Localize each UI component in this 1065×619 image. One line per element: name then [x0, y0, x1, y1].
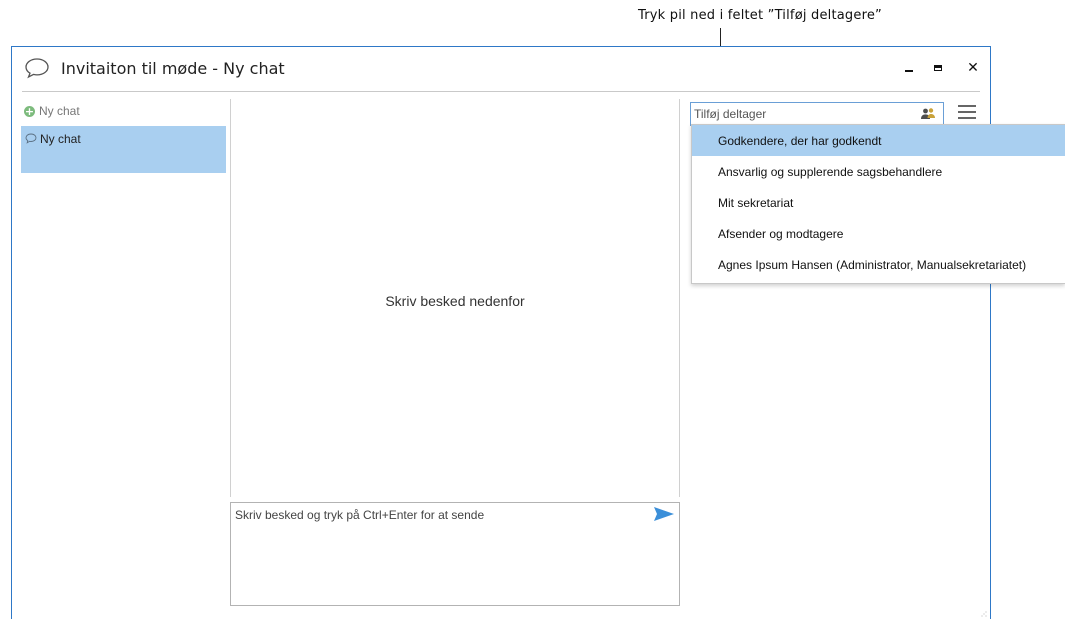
message-composer [230, 502, 680, 606]
title-divider [22, 91, 980, 92]
chat-item-label: Ny chat [40, 132, 81, 146]
panel-divider [679, 99, 680, 497]
maximize-icon [934, 65, 942, 71]
chat-list-item[interactable]: Ny chat [21, 126, 226, 173]
maximize-button[interactable] [927, 58, 949, 78]
minimize-icon [905, 70, 913, 72]
instruction-caption: Tryk pil ned i feltet ”Tilføj deltagere” [638, 8, 882, 23]
chat-bubble-icon [25, 133, 37, 144]
title-bar: Invitaiton til møde - Ny chat ✕ [12, 47, 990, 91]
dropdown-option-person[interactable]: Agnes Ipsum Hansen (Administrator, Manua… [692, 249, 1065, 280]
window-title: Invitaiton til møde - Ny chat [61, 59, 285, 78]
close-icon: ✕ [967, 60, 979, 76]
dropdown-option-sender-recipients[interactable]: Afsender og modtagere [692, 218, 1065, 249]
resize-grip-icon[interactable] [981, 611, 987, 617]
add-icon: + [24, 104, 35, 118]
empty-conversation-text: Skriv besked nedenfor [385, 293, 525, 309]
people-icon[interactable] [920, 106, 936, 122]
add-participant-input[interactable] [694, 106, 894, 122]
send-icon[interactable] [653, 506, 675, 522]
add-participant-field [690, 102, 944, 126]
message-input[interactable] [235, 508, 635, 598]
chat-list-panel: + Ny chat Ny chat [20, 99, 226, 619]
chat-bubble-icon [25, 58, 49, 79]
dropdown-option-my-secretariat[interactable]: Mit sekretariat [692, 187, 1065, 218]
close-button[interactable]: ✕ [962, 58, 984, 78]
dropdown-option-case-handlers[interactable]: Ansvarlig og supplerende sagsbehandlere [692, 156, 1065, 187]
minimize-button[interactable] [898, 58, 920, 78]
new-chat-button[interactable]: + Ny chat [24, 104, 80, 118]
new-chat-label: Ny chat [39, 104, 80, 118]
participant-suggestions-dropdown: Godkendere, der har godkendt Ansvarlig o… [691, 124, 1065, 284]
hamburger-menu-icon[interactable] [958, 105, 976, 119]
dropdown-option-approvers[interactable]: Godkendere, der har godkendt [692, 125, 1065, 156]
